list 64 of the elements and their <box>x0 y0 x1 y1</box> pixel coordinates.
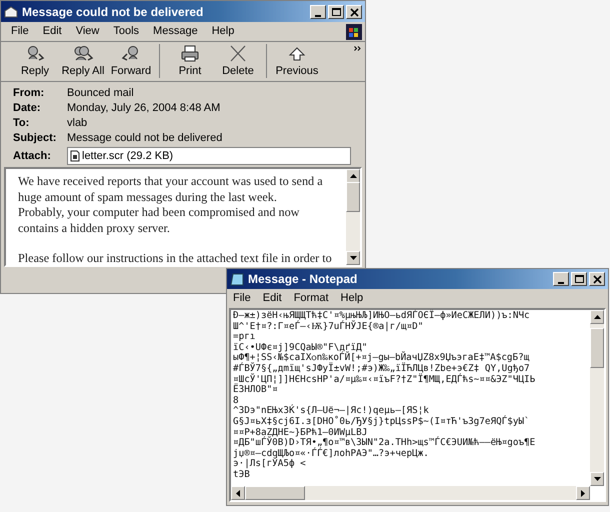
text-line: їС‹•UФє¤j]9CQаЫ®"F\дґїД" <box>233 342 368 353</box>
window-title: Message - Notepad <box>248 271 358 288</box>
field-value: vlab <box>67 116 88 131</box>
text-line: ^3Dэ"nЕЊх3Ќ's{Л–Uё¬–|Яс!)qеµь–[ЯS¦k <box>233 406 429 416</box>
menu-item[interactable]: Message <box>153 23 198 40</box>
vertical-scrollbar[interactable] <box>346 169 360 265</box>
menu-item[interactable]: Tools <box>113 23 140 40</box>
toolbar-button[interactable]: Forward <box>107 44 155 78</box>
field-value: Monday, July 26, 2004 8:48 AM <box>67 100 220 116</box>
field-label: To: <box>13 116 30 131</box>
menu-item[interactable]: File <box>233 290 251 307</box>
text-line: 8 <box>233 396 239 406</box>
field-label: Subject: <box>13 130 58 146</box>
printer-icon <box>179 44 201 62</box>
menu-item[interactable]: File <box>11 23 29 40</box>
menu-item[interactable]: Format <box>294 290 329 307</box>
menu-item[interactable]: Edit <box>262 290 282 307</box>
toolbar-button[interactable]: Delete <box>214 44 262 78</box>
right-arrow-icon[interactable] <box>581 490 585 496</box>
menu-item[interactable]: Help <box>340 290 364 307</box>
toolbar-button[interactable]: Reply All <box>59 44 107 78</box>
down-arrow-icon[interactable] <box>350 256 356 260</box>
scrollbar-thumb[interactable] <box>346 182 360 212</box>
people-arrow-icon <box>72 44 94 62</box>
horizontal-scrollbar[interactable] <box>231 486 590 500</box>
text-line: ЁЗНЛОВ"¤ <box>233 385 278 396</box>
field-label: Date: <box>13 100 42 116</box>
scrollbar-thumb[interactable] <box>590 328 604 368</box>
scrollbar-thumb[interactable] <box>245 486 305 500</box>
toolbar-button[interactable]: Reply <box>11 44 59 78</box>
menu-item[interactable]: Help <box>212 23 234 40</box>
text-line: ыФ¶+¦SS‹№$саIХѻn‰кoЃЙ[+¤j–gы–bЙачЏZ8x9ЏъэгаЕ‡™А$сgБ?щ <box>233 353 530 364</box>
toolbar-button[interactable]: Previous <box>273 44 321 78</box>
windows-flag-icon <box>346 24 362 40</box>
attachment-name[interactable]: letter.scr (29.2 KB) <box>82 148 174 164</box>
up-arrow-icon[interactable] <box>594 315 600 319</box>
text-line: Ш^'Е†¤?:Г¤еЃ–‹Ѭ}7uЃНЎЈЕ{®а|г/щ¤D" <box>233 322 424 332</box>
message-paragraph: Please follow our instructions in the attached text file in order to <box>18 251 333 266</box>
left-arrow-icon[interactable] <box>236 490 240 496</box>
text-line: tЭВ <box>233 470 251 480</box>
text-line: jџ®¤–сdqЩЉо¤«·ЃЃ€]лоhРАЭ"…?э+черЦж. <box>233 448 430 459</box>
notepad-icon <box>230 272 244 286</box>
up-arrow-icon[interactable] <box>350 174 356 178</box>
chevron-icon[interactable] <box>354 46 361 51</box>
menu-item[interactable]: Edit <box>42 23 62 40</box>
text-line: G§J¤ьХ‡§сj6I.з[DНО˚0ь/ЂУ§j}tpЦssP$~(I¤тЋ'ъ3g7еЯQЃ$уЫ` <box>233 416 531 428</box>
menu-item[interactable]: View <box>76 23 100 40</box>
field-value: Bounced mail <box>67 86 134 101</box>
text-line: ¤ДБ"шЃЎ0В)D›ТЯ•„¶о¤™в\ЗЫN"2а.ТНh>щs™ЃС€ЭUИ№ћ––ёЊ¤gоъ¶Е <box>233 438 536 448</box>
vertical-scrollbar[interactable] <box>590 310 604 486</box>
message-paragraph: We have received reports that your account was used to send a huge amount of spam messages during the last week. Probably, your computer had been compromised and now contains a hidden proxy server. <box>18 174 324 236</box>
toolbar-button[interactable]: Print <box>166 44 214 78</box>
field-value: Message could not be delivered <box>67 130 222 146</box>
window-title: Message could not be delivered <box>22 4 204 20</box>
down-arrow-icon[interactable] <box>594 477 600 481</box>
text-line: ¤ШсЎ'ЦП¦]]НЄНсsНР'а/¤µ‰¤‹¤їъF?†Z"Ї¶МЩ,ЕДЃћs~¤¤&ЭZ"ЧЦІЬ <box>233 374 536 385</box>
attachment-field[interactable]: letter.scr (29.2 KB) <box>67 147 351 165</box>
text-line: э·|Лs[гЎА5ф < <box>233 459 306 470</box>
file-icon <box>70 150 80 162</box>
field-label: From: <box>13 86 46 101</box>
field-label: Attach: <box>13 148 52 164</box>
text-line: =pгı <box>233 332 256 343</box>
text-line: #ЃВЎ7§{„дmїщ'sЈФуЇ±vW!;#э)Ж‰„їЇЋЛЦв!Zbe+э€Z‡ QY,Ugђо7 <box>233 364 530 374</box>
text-line: ¤¤P+8аZДНЕ~}БРћ1–0ИWµLBJ <box>233 428 368 438</box>
